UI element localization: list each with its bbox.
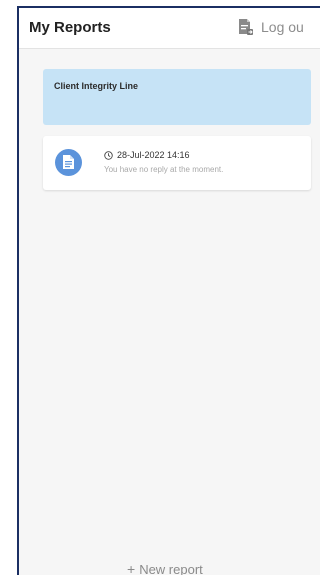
new-report-label: New report <box>139 561 203 575</box>
plus-icon: + <box>127 561 136 575</box>
client-banner: Client Integrity Line <box>43 69 311 125</box>
clock-icon <box>104 150 113 160</box>
report-date: 28-Jul-2022 14:16 <box>117 150 190 160</box>
app-frame: My Reports Log ou Client Integrity Line <box>17 6 320 575</box>
report-status: You have no reply at the moment. <box>104 165 224 174</box>
page-title: My Reports <box>29 19 111 36</box>
header: My Reports Log ou <box>19 8 320 49</box>
logout-button[interactable]: Log ou <box>237 18 304 36</box>
report-avatar <box>55 149 82 176</box>
document-icon <box>63 155 74 169</box>
report-date-row: 28-Jul-2022 14:16 <box>104 150 190 160</box>
logout-label: Log ou <box>261 19 304 35</box>
new-report-button[interactable]: + New report <box>127 561 203 575</box>
banner-label: Client Integrity Line <box>54 81 139 91</box>
report-card[interactable]: 28-Jul-2022 14:16 You have no reply at t… <box>43 136 311 190</box>
logout-document-icon <box>239 19 253 35</box>
